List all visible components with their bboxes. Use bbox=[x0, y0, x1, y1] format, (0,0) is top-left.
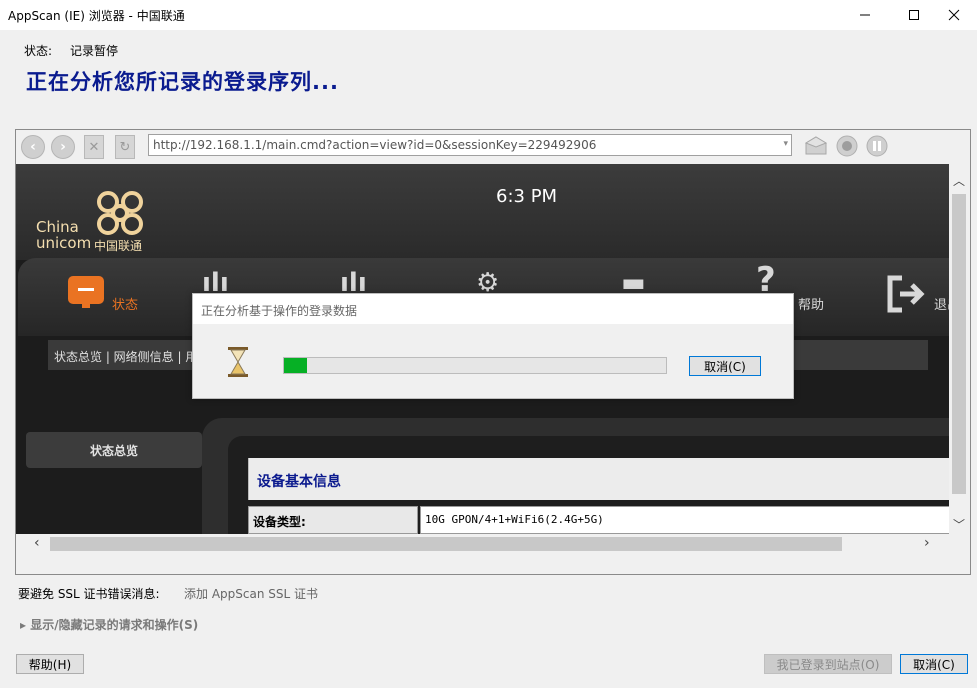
nav-item-help[interactable]: 帮助 bbox=[798, 294, 824, 313]
nav-item-exit[interactable]: 退出 bbox=[934, 294, 949, 313]
url-bar[interactable]: http://192.168.1.1/main.cmd?action=view?… bbox=[148, 134, 792, 156]
record-icon[interactable] bbox=[836, 135, 858, 160]
logged-in-button[interactable]: 我已登录到站点(O) bbox=[764, 654, 892, 674]
minimize-button[interactable] bbox=[842, 0, 888, 30]
browser-toolbar: ‹ › ✕ ↻ http://192.168.1.1/main.cmd?acti… bbox=[16, 130, 970, 163]
ssl-hint-label: 要避免 SSL 证书错误消息: bbox=[18, 587, 160, 601]
section-header: 设备基本信息 bbox=[248, 458, 949, 500]
progress-bar bbox=[283, 357, 667, 374]
horizontal-scrollbar[interactable]: ‹ › bbox=[16, 534, 949, 554]
sidebar-item-label: 状态总览 bbox=[90, 444, 139, 458]
router-clock: 6:3 PM bbox=[496, 186, 558, 207]
dialog-title-bar: 正在分析基于操作的登录数据 bbox=[193, 294, 793, 324]
dialog-title: 正在分析基于操作的登录数据 bbox=[201, 304, 358, 318]
sidebar-item-status-overview[interactable]: 状态总览 bbox=[26, 432, 202, 468]
dialog-cancel-button[interactable]: 取消(C) bbox=[689, 356, 761, 376]
close-icon bbox=[948, 9, 960, 21]
section-title: 设备基本信息 bbox=[257, 474, 341, 490]
maximize-icon bbox=[909, 10, 919, 20]
logo-text-unicom: unicom bbox=[36, 234, 92, 252]
refresh-icon[interactable]: ↻ bbox=[115, 135, 135, 159]
close-button[interactable] bbox=[931, 0, 977, 30]
hourglass-icon bbox=[228, 347, 248, 377]
title-bar: AppScan (IE) 浏览器 - 中国联通 bbox=[0, 0, 977, 30]
scroll-down-icon[interactable]: ﹀ bbox=[953, 516, 965, 533]
nav-item-state[interactable]: 状态 bbox=[112, 294, 138, 313]
add-ssl-cert-link[interactable]: 添加 AppScan SSL 证书 bbox=[184, 585, 318, 602]
stop-icon[interactable]: ✕ bbox=[84, 135, 104, 159]
status-value: 记录暂停 bbox=[70, 44, 119, 58]
logo-text-cn: 中国联通 bbox=[94, 239, 143, 253]
scroll-up-icon[interactable]: ︿ bbox=[953, 172, 965, 189]
scroll-left-icon[interactable]: ‹ bbox=[34, 535, 40, 551]
horizontal-scroll-thumb[interactable] bbox=[50, 537, 842, 551]
chevron-down-icon[interactable]: ▾ bbox=[783, 139, 788, 149]
device-type-value: 10G GPON/4+1+WiFi6(2.4G+5G) bbox=[425, 513, 604, 526]
vertical-scrollbar[interactable]: ︿ ﹀ bbox=[949, 164, 970, 534]
url-text: http://192.168.1.1/main.cmd?action=view?… bbox=[153, 138, 597, 152]
router-header bbox=[16, 164, 949, 260]
table-row-label-cell: 设备类型: bbox=[248, 506, 418, 534]
cancel-button[interactable]: 取消(C) bbox=[900, 654, 968, 674]
forward-icon[interactable]: › bbox=[51, 135, 75, 159]
window-title: AppScan (IE) 浏览器 - 中国联通 bbox=[8, 9, 185, 23]
scroll-right-icon[interactable]: › bbox=[924, 535, 930, 551]
back-icon[interactable]: ‹ bbox=[21, 135, 45, 159]
exit-icon[interactable] bbox=[886, 274, 930, 314]
pause-icon[interactable] bbox=[866, 135, 888, 160]
device-type-label: 设备类型: bbox=[253, 515, 306, 529]
progress-fill bbox=[284, 358, 307, 373]
subnav-links[interactable]: 状态总览 | 网络侧信息 | 用 bbox=[54, 348, 197, 365]
toggle-recorded-requests[interactable]: ▸ 显示/隐藏记录的请求和操作(S) bbox=[20, 616, 198, 633]
unicom-logo-icon bbox=[97, 191, 143, 235]
home-icon[interactable] bbox=[804, 135, 828, 160]
vertical-scroll-thumb[interactable] bbox=[952, 194, 966, 494]
page-heading: 正在分析您所记录的登录序列... bbox=[26, 70, 339, 94]
table-row-value-cell: 10G GPON/4+1+WiFi6(2.4G+5G) bbox=[420, 506, 949, 534]
monitor-icon[interactable] bbox=[68, 276, 104, 308]
status-label: 状态: bbox=[24, 44, 53, 58]
minimize-icon bbox=[860, 14, 870, 16]
analysis-dialog: 正在分析基于操作的登录数据 取消(C) bbox=[192, 293, 794, 399]
help-button[interactable]: 帮助(H) bbox=[16, 654, 84, 674]
